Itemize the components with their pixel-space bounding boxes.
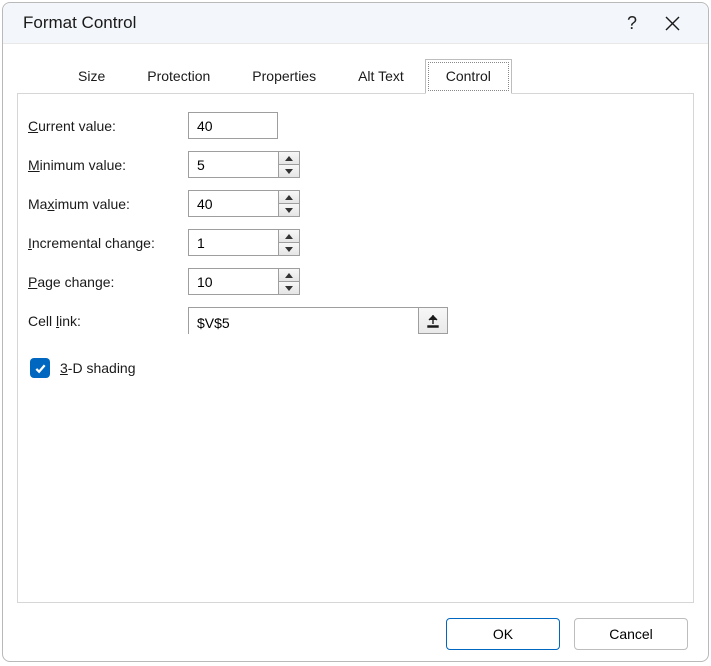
tab-alt-text[interactable]: Alt Text xyxy=(337,59,425,94)
input-page-change[interactable] xyxy=(188,268,278,295)
input-maximum-value[interactable] xyxy=(188,190,278,217)
spinner-down-icon[interactable] xyxy=(279,281,299,294)
tab-size[interactable]: Size xyxy=(57,59,126,94)
input-incremental-change[interactable] xyxy=(188,229,278,256)
spinner-up-icon[interactable] xyxy=(279,191,299,203)
close-icon[interactable] xyxy=(652,3,692,43)
input-minimum-value[interactable] xyxy=(188,151,278,178)
dialog-title: Format Control xyxy=(23,13,136,33)
checkbox-3d-shading[interactable] xyxy=(30,358,50,378)
tab-protection[interactable]: Protection xyxy=(126,59,231,94)
label-cell-link: Cell link: xyxy=(28,313,188,329)
label-incremental-change: Incremental change: xyxy=(28,235,188,251)
ok-button[interactable]: OK xyxy=(446,618,560,650)
input-cell-link[interactable] xyxy=(189,308,418,337)
row-3d-shading: 3-D shading xyxy=(28,358,675,378)
label-page-change: Page change: xyxy=(28,274,188,290)
cancel-button[interactable]: Cancel xyxy=(574,618,688,650)
tabstrip: Size Protection Properties Alt Text Cont… xyxy=(57,58,694,93)
help-icon[interactable]: ? xyxy=(612,3,652,43)
spinner-up-icon[interactable] xyxy=(279,152,299,164)
tab-panel-control: Current value: Minimum value: xyxy=(17,93,694,603)
spinner-down-icon[interactable] xyxy=(279,164,299,177)
tab-properties[interactable]: Properties xyxy=(231,59,337,94)
spinner-down-icon[interactable] xyxy=(279,203,299,216)
tab-control[interactable]: Control xyxy=(425,59,512,94)
spinner-minimum-value xyxy=(278,151,300,178)
label-maximum-value: Maximum value: xyxy=(28,196,188,212)
range-picker-icon[interactable] xyxy=(418,308,447,333)
dialog-body: Size Protection Properties Alt Text Cont… xyxy=(3,44,708,613)
spinner-down-icon[interactable] xyxy=(279,242,299,255)
spinner-up-icon[interactable] xyxy=(279,269,299,281)
label-3d-shading: 3-D shading xyxy=(60,360,136,376)
format-control-dialog: Format Control ? Size Protection Propert… xyxy=(2,2,709,662)
spinner-up-icon[interactable] xyxy=(279,230,299,242)
titlebar: Format Control ? xyxy=(3,3,708,44)
label-current-value: Current value: xyxy=(28,118,188,134)
input-current-value[interactable] xyxy=(188,112,278,139)
label-minimum-value: Minimum value: xyxy=(28,157,188,173)
spinner-incremental-change xyxy=(278,229,300,256)
dialog-footer: OK Cancel xyxy=(3,613,708,661)
spinner-maximum-value xyxy=(278,190,300,217)
spinner-page-change xyxy=(278,268,300,295)
